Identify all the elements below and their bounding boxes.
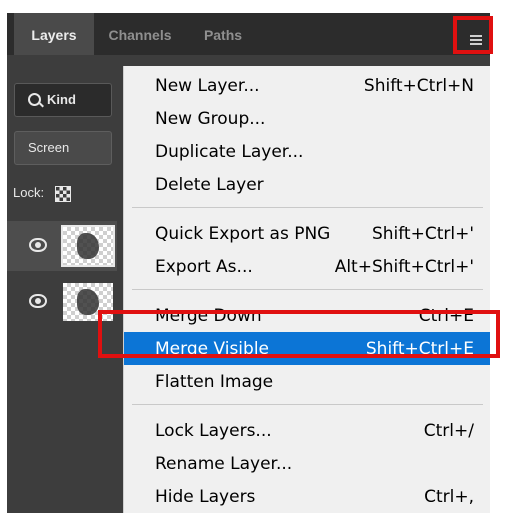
- eye-icon[interactable]: [29, 238, 47, 252]
- search-icon: [28, 93, 41, 106]
- lock-label: Lock:: [13, 185, 45, 200]
- tab-paths[interactable]: Paths: [193, 13, 253, 55]
- annotation-box-panel-menu: [453, 16, 493, 54]
- layer-filter-kind[interactable]: Kind: [14, 83, 112, 117]
- menu-item-lock-layers[interactable]: Lock Layers... Ctrl+/: [124, 414, 490, 447]
- annotation-box-merge-visible: [98, 310, 500, 358]
- blend-mode-select[interactable]: Screen: [14, 131, 112, 165]
- menu-item-export-as[interactable]: Export As... Alt+Shift+Ctrl+': [124, 250, 490, 283]
- menu-separator: [132, 207, 483, 208]
- menu-item-delete-layer[interactable]: Delete Layer: [124, 168, 490, 201]
- menu-item-new-layer[interactable]: New Layer... Shift+Ctrl+N: [124, 69, 490, 102]
- menu-separator: [132, 289, 483, 290]
- layer-thumbnail: [61, 225, 115, 267]
- layers-panel-flyout-menu: New Layer... Shift+Ctrl+N New Group... D…: [123, 66, 490, 513]
- tab-layers[interactable]: Layers: [14, 13, 94, 55]
- menu-item-new-group[interactable]: New Group...: [124, 102, 490, 135]
- menu-item-rename-layer[interactable]: Rename Layer...: [124, 447, 490, 480]
- tab-channels[interactable]: Channels: [100, 13, 180, 55]
- menu-item-duplicate-layer[interactable]: Duplicate Layer...: [124, 135, 490, 168]
- menu-separator: [132, 404, 483, 405]
- layer-row[interactable]: [7, 221, 117, 271]
- layers-panel: Layers Channels Paths Kind Screen Lock: …: [7, 13, 490, 513]
- filter-kind-label: Kind: [47, 92, 76, 107]
- menu-item-flatten-image[interactable]: Flatten Image: [124, 365, 490, 398]
- checkerboard-lock-icon[interactable]: [55, 186, 71, 202]
- menu-item-hide-layers[interactable]: Hide Layers Ctrl+,: [124, 480, 490, 513]
- panel-tab-bar: Layers Channels Paths: [7, 13, 490, 55]
- menu-item-quick-export-png[interactable]: Quick Export as PNG Shift+Ctrl+': [124, 217, 490, 250]
- blend-mode-value: Screen: [28, 140, 70, 155]
- eye-icon[interactable]: [29, 294, 47, 308]
